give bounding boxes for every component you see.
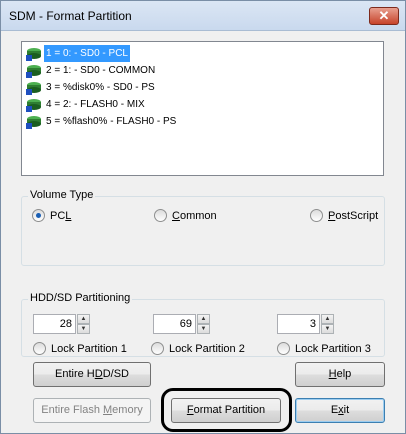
radio-button[interactable]: [33, 342, 46, 355]
spin-up-icon[interactable]: ▲: [197, 314, 210, 324]
partition1-size-input[interactable]: 28: [33, 314, 76, 334]
partition3-size-input[interactable]: 3: [277, 314, 320, 334]
radio-button[interactable]: [310, 209, 323, 222]
lock-partition-2[interactable]: Lock Partition 2: [151, 342, 245, 355]
radio-pcl[interactable]: PCL: [32, 209, 71, 222]
spin-down-icon[interactable]: ▼: [197, 324, 210, 334]
lock-partition-1-label: Lock Partition 1: [51, 342, 127, 355]
partitioning-legend: HDD/SD Partitioning: [28, 292, 133, 304]
drive-icon: [26, 63, 42, 78]
partition-label: 2 = 1: - SD0 - COMMON: [46, 65, 156, 76]
radio-postscript-label: PostScript: [328, 209, 379, 222]
partition2-size-spinner[interactable]: 69 ▲ ▼: [153, 314, 210, 334]
list-item[interactable]: 5 = %flash0% - FLASH0 - PS: [26, 113, 379, 130]
entire-flash-memory-button[interactable]: Entire Flash Memory: [33, 398, 151, 423]
list-item[interactable]: 2 = 1: - SD0 - COMMON: [26, 62, 379, 79]
drive-icon: [26, 114, 42, 129]
format-partition-dialog: SDM - Format Partition ✕ 1 = 0: - SD0 - …: [0, 0, 406, 434]
radio-button[interactable]: [277, 342, 290, 355]
drive-icon: [26, 46, 42, 61]
spin-down-icon[interactable]: ▼: [321, 324, 334, 334]
lock-partition-1[interactable]: Lock Partition 1: [33, 342, 127, 355]
lock-partition-3[interactable]: Lock Partition 3: [277, 342, 371, 355]
lock-partition-3-label: Lock Partition 3: [295, 342, 371, 355]
list-item[interactable]: 3 = %disk0% - SD0 - PS: [26, 79, 379, 96]
drive-icon: [26, 97, 42, 112]
callout-highlight: [161, 388, 292, 432]
drive-icon: [26, 80, 42, 95]
title-bar: SDM - Format Partition ✕: [1, 1, 405, 31]
list-item[interactable]: 1 = 0: - SD0 - PCL: [26, 45, 379, 62]
radio-pcl-label: PCL: [50, 209, 72, 222]
partition-label: 3 = %disk0% - SD0 - PS: [46, 82, 155, 93]
close-icon: ✕: [378, 8, 390, 23]
partition-label: 5 = %flash0% - FLASH0 - PS: [46, 116, 177, 127]
help-button[interactable]: Help: [295, 362, 385, 387]
close-button[interactable]: ✕: [369, 7, 399, 25]
spin-up-icon[interactable]: ▲: [77, 314, 90, 324]
radio-button[interactable]: [32, 209, 45, 222]
radio-common-label: Common: [172, 209, 217, 222]
partition-label: 1 = 0: - SD0 - PCL: [44, 45, 130, 62]
exit-button[interactable]: Exit: [295, 398, 385, 423]
radio-postscript[interactable]: PostScript: [310, 209, 378, 222]
radio-button[interactable]: [154, 209, 167, 222]
volume-type-group: Volume Type PCL Common PostScript: [21, 189, 385, 266]
radio-common[interactable]: Common: [154, 209, 217, 222]
lock-partition-2-label: Lock Partition 2: [169, 342, 245, 355]
partition2-size-input[interactable]: 69: [153, 314, 196, 334]
spin-down-icon[interactable]: ▼: [77, 324, 90, 334]
partition3-size-spinner[interactable]: 3 ▲ ▼: [277, 314, 334, 334]
radio-button[interactable]: [151, 342, 164, 355]
partition-label: 4 = 2: - FLASH0 - MIX: [46, 99, 145, 110]
volume-type-legend: Volume Type: [28, 189, 96, 201]
window-title: SDM - Format Partition: [9, 9, 132, 23]
spin-up-icon[interactable]: ▲: [321, 314, 334, 324]
partition-list[interactable]: 1 = 0: - SD0 - PCL 2 = 1: - SD0 - COMMON…: [21, 41, 384, 176]
entire-hdd-sd-button[interactable]: Entire HDD/SD: [33, 362, 151, 387]
partition1-size-spinner[interactable]: 28 ▲ ▼: [33, 314, 90, 334]
list-item[interactable]: 4 = 2: - FLASH0 - MIX: [26, 96, 379, 113]
